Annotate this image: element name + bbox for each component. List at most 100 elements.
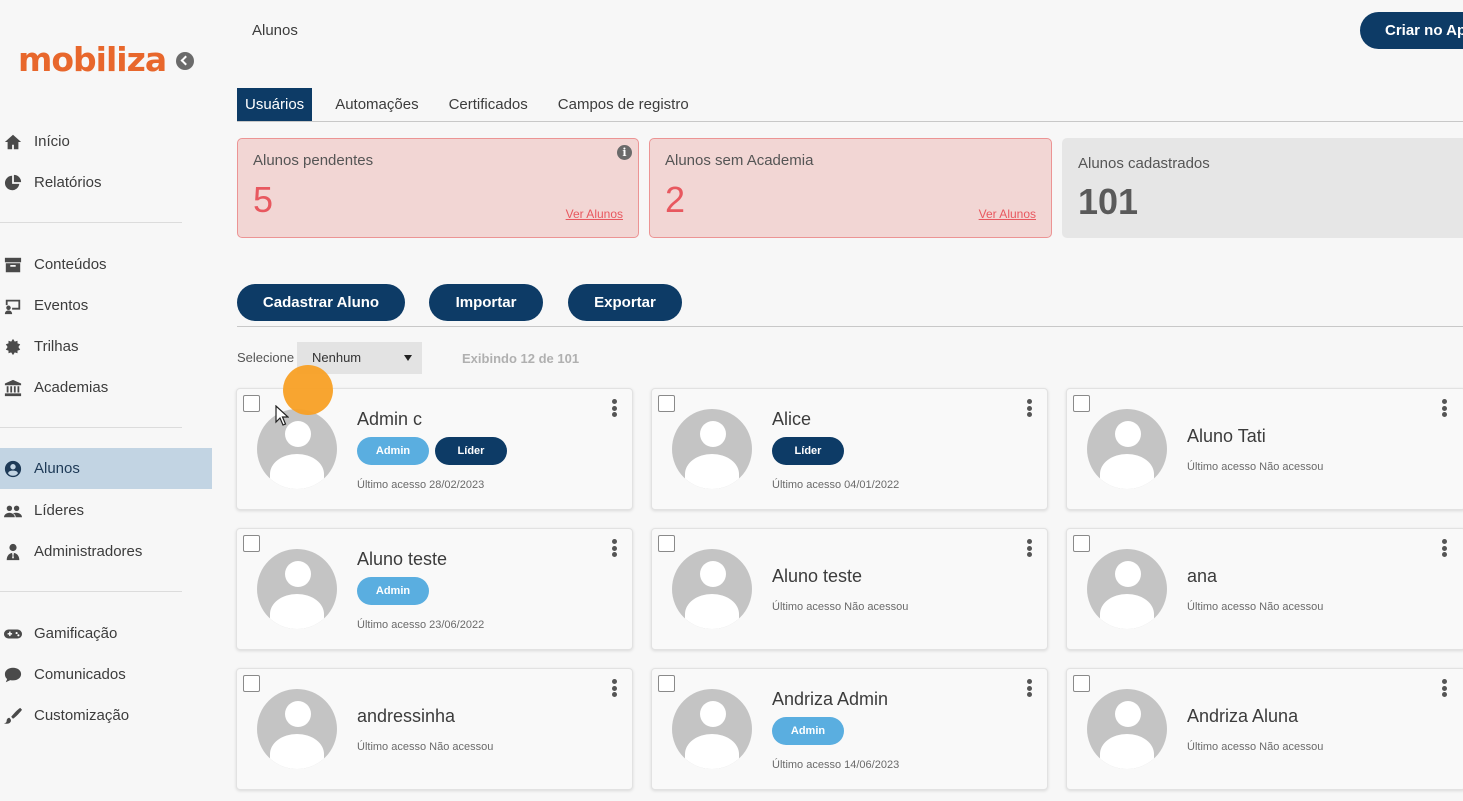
- caret-down-icon: [404, 355, 412, 361]
- sidebar-divider: [0, 222, 182, 223]
- tab-usuarios[interactable]: Usuários: [237, 88, 313, 122]
- more-options-icon[interactable]: [1442, 539, 1448, 557]
- register-student-button[interactable]: Cadastrar Aluno: [237, 284, 405, 321]
- more-options-icon[interactable]: [1027, 539, 1033, 557]
- more-options-icon[interactable]: [1027, 399, 1033, 417]
- user-card[interactable]: Andriza Aluna Último acesso Não acessou: [1066, 668, 1463, 790]
- more-options-icon[interactable]: [1027, 679, 1033, 697]
- sidebar-item-label: Administradores: [34, 543, 143, 560]
- avatar: [1087, 409, 1167, 489]
- actions-divider: [237, 326, 1463, 327]
- sidebar-divider: [0, 427, 182, 428]
- sidebar-item-label: Comunicados: [34, 666, 126, 683]
- sidebar-item-label: Trilhas: [34, 338, 79, 355]
- pie-chart-icon: [0, 174, 34, 192]
- user-name: Admin c: [357, 409, 423, 429]
- sidebar-item-label: Relatórios: [34, 174, 102, 191]
- sidebar-item-relatorios[interactable]: Relatórios: [0, 162, 212, 203]
- last-access: Último acesso 14/06/2023: [772, 759, 900, 771]
- user-card[interactable]: Alice Líder Último acesso 04/01/2022: [651, 388, 1048, 510]
- sidebar-divider: [0, 591, 182, 592]
- sidebar-item-label: Início: [34, 133, 70, 150]
- sidebar-item-administradores[interactable]: Administradores: [0, 531, 212, 572]
- collapse-sidebar-icon[interactable]: [176, 52, 194, 70]
- user-circle-icon: [0, 460, 34, 478]
- stat-label: Alunos sem Academia: [665, 152, 814, 169]
- sidebar-item-trilhas[interactable]: Trilhas: [0, 326, 212, 367]
- avatar: [257, 689, 337, 769]
- admin-badge: Admin: [772, 717, 844, 745]
- select-checkbox[interactable]: [243, 675, 260, 692]
- select-checkbox[interactable]: [243, 535, 260, 552]
- sidebar-item-inicio[interactable]: Início: [0, 121, 212, 162]
- stat-card-registered: Alunos cadastrados 101: [1062, 138, 1463, 238]
- select-checkbox[interactable]: [658, 395, 675, 412]
- user-name: ana: [1187, 566, 1218, 586]
- user-card[interactable]: Aluno teste Admin Último acesso 23/06/20…: [236, 528, 633, 650]
- sidebar-item-conteudos[interactable]: Conteúdos: [0, 244, 212, 285]
- tab-automacoes[interactable]: Automações: [327, 88, 433, 122]
- tab-certificados[interactable]: Certificados: [434, 88, 543, 122]
- sidebar-item-customizacao[interactable]: Customização: [0, 695, 212, 736]
- more-options-icon[interactable]: [1442, 679, 1448, 697]
- view-students-link[interactable]: Ver Alunos: [566, 207, 623, 221]
- sidebar-item-gamificacao[interactable]: Gamificação: [0, 613, 212, 654]
- select-checkbox[interactable]: [1073, 675, 1090, 692]
- page-title: Alunos: [252, 22, 298, 39]
- last-access: Último acesso Não acessou: [1187, 601, 1324, 613]
- select-label: Selecione: [237, 350, 295, 365]
- click-indicator: [283, 365, 333, 415]
- view-students-link[interactable]: Ver Alunos: [979, 207, 1036, 221]
- tab-campos-de-registro[interactable]: Campos de registro: [543, 88, 704, 122]
- export-button[interactable]: Exportar: [568, 284, 682, 321]
- stat-value: 2: [665, 179, 686, 220]
- sidebar-item-comunicados[interactable]: Comunicados: [0, 654, 212, 695]
- sidebar-item-label: Conteúdos: [34, 256, 107, 273]
- sidebar-item-alunos[interactable]: Alunos: [0, 448, 212, 489]
- sidebar-item-lideres[interactable]: Líderes: [0, 490, 212, 531]
- sidebar-item-label: Alunos: [34, 460, 80, 477]
- last-access: Último acesso 04/01/2022: [772, 479, 900, 491]
- admin-badge: Admin: [357, 437, 429, 465]
- info-icon[interactable]: i: [617, 145, 632, 160]
- brand-logo[interactable]: mobiliza: [18, 40, 167, 79]
- sidebar: mobiliza Início Relatórios Conteúdos Eve…: [0, 0, 212, 801]
- presentation-icon: [0, 297, 34, 315]
- more-options-icon[interactable]: [1442, 399, 1448, 417]
- user-name: Aluno teste: [357, 549, 448, 569]
- avatar: [257, 549, 337, 629]
- leader-badge: Líder: [435, 437, 507, 465]
- avatar: [672, 689, 752, 769]
- archive-icon: [0, 256, 34, 274]
- sidebar-item-academias[interactable]: Academias: [0, 367, 212, 408]
- select-checkbox[interactable]: [658, 535, 675, 552]
- admin-badge: Admin: [357, 577, 429, 605]
- more-options-icon[interactable]: [612, 399, 618, 417]
- mouse-pointer-icon: [275, 405, 289, 426]
- role-badges: Admin: [772, 717, 844, 745]
- stat-value: 5: [253, 179, 274, 220]
- stat-label: Alunos pendentes: [253, 152, 374, 169]
- more-options-icon[interactable]: [612, 679, 618, 697]
- select-checkbox[interactable]: [658, 675, 675, 692]
- sidebar-item-label: Líderes: [34, 502, 85, 519]
- users-icon: [0, 502, 34, 520]
- create-app-button[interactable]: Criar no Ap: [1360, 12, 1463, 49]
- import-button[interactable]: Importar: [429, 284, 543, 321]
- stat-value: 101: [1078, 181, 1139, 222]
- user-card[interactable]: ana Último acesso Não acessou: [1066, 528, 1463, 650]
- user-card[interactable]: andressinha Último acesso Não acessou: [236, 668, 633, 790]
- role-badges: Admin Líder: [357, 437, 507, 465]
- user-card[interactable]: Andriza Admin Admin Último acesso 14/06/…: [651, 668, 1048, 790]
- sidebar-item-eventos[interactable]: Eventos: [0, 285, 212, 326]
- stat-label: Alunos cadastrados: [1078, 155, 1210, 172]
- avatar: [672, 549, 752, 629]
- user-card[interactable]: Aluno Tati Último acesso Não acessou: [1066, 388, 1463, 510]
- user-card[interactable]: Aluno teste Último acesso Não acessou: [651, 528, 1048, 650]
- user-name: Aluno Tati: [1187, 426, 1266, 446]
- select-checkbox[interactable]: [243, 395, 260, 412]
- more-options-icon[interactable]: [612, 539, 618, 557]
- select-checkbox[interactable]: [1073, 535, 1090, 552]
- home-icon: [0, 133, 34, 151]
- select-checkbox[interactable]: [1073, 395, 1090, 412]
